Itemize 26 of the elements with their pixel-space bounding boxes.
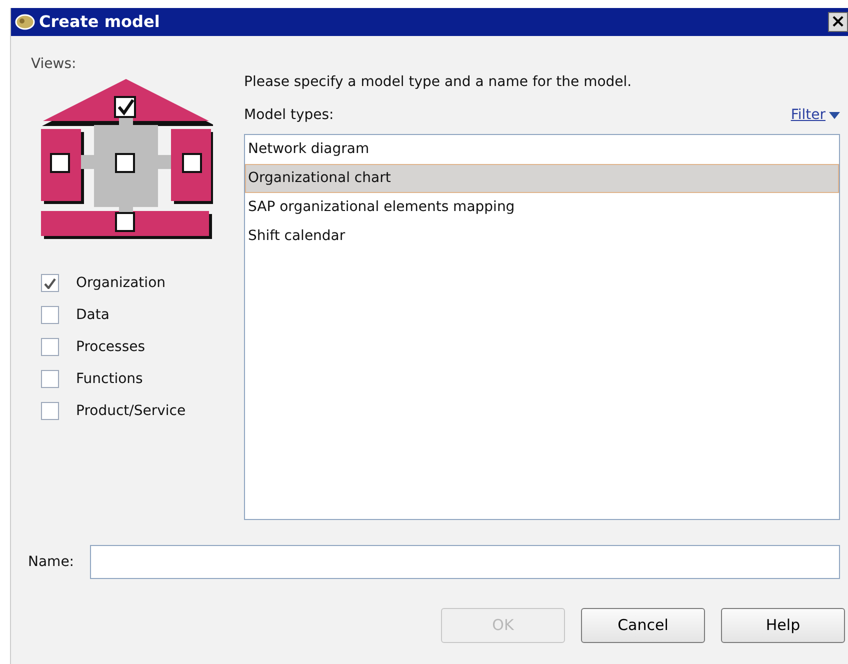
view-label: Organization	[76, 274, 166, 292]
checkbox[interactable]	[41, 338, 59, 356]
view-label: Data	[76, 306, 110, 324]
list-item[interactable]: Shift calendar	[245, 222, 839, 251]
model-types-label: Model types:	[244, 106, 334, 125]
view-label: Functions	[76, 370, 143, 388]
app-icon	[15, 13, 35, 31]
view-label: Product/Service	[76, 402, 186, 420]
dialog-button[interactable]: Cancel	[581, 608, 705, 643]
list-item[interactable]: SAP organizational elements mapping	[245, 193, 839, 222]
name-label: Name:	[28, 552, 74, 572]
list-item[interactable]: Organizational chart	[245, 164, 839, 193]
list-item[interactable]: Network diagram	[245, 135, 839, 164]
checkbox[interactable]	[41, 370, 59, 388]
checkbox[interactable]	[41, 306, 59, 324]
caret-icon	[829, 112, 840, 119]
window-title: Create model	[39, 11, 160, 33]
dialog-button[interactable]: Help	[721, 608, 845, 643]
view-label: Processes	[76, 338, 146, 356]
checkbox[interactable]	[41, 274, 59, 292]
filter-link[interactable]: Filter	[790, 105, 840, 126]
views-label: Views:	[31, 55, 78, 74]
instruction-text: Please specify a model type and a name for the model.	[244, 73, 633, 92]
name-field[interactable]	[90, 545, 840, 579]
close-button[interactable]: ×	[828, 12, 848, 32]
checkbox[interactable]	[41, 402, 59, 420]
